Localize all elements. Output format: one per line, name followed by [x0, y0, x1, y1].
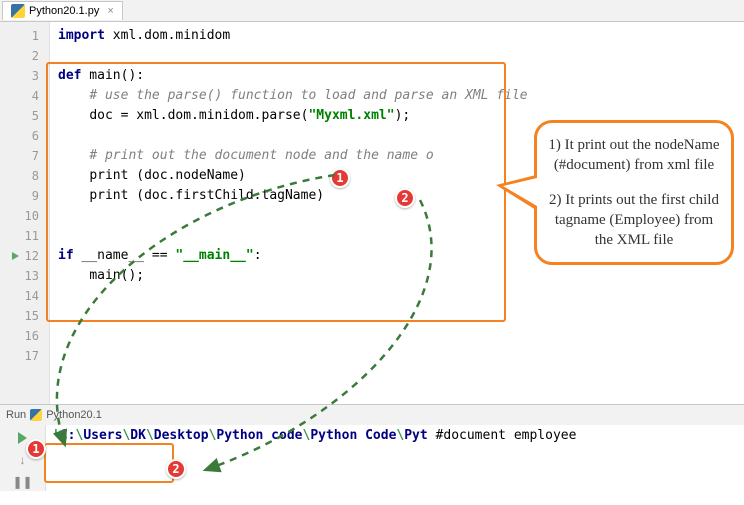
code-comment: # use the parse() function to load and p… [89, 88, 527, 103]
code-text: ); [395, 108, 411, 123]
code-string: "Myxml.xml" [308, 108, 394, 123]
line-number: 4 [0, 86, 49, 106]
annotation-badge-2: 2 [395, 188, 415, 208]
console-output[interactable]: 'C:\Users\DK\Desktop\Python code\Python … [46, 425, 744, 491]
line-number: 6 [0, 126, 49, 146]
tab-close-icon[interactable]: × [107, 5, 113, 17]
line-number: 16 [0, 326, 49, 346]
code-text: print (doc.nodeName) [89, 168, 246, 183]
line-number: 14 [0, 286, 49, 306]
code-text: : [254, 248, 262, 263]
console-line-1: #document [436, 428, 506, 443]
callout-text-1: 1) It print out the nodeName (#document)… [547, 135, 721, 176]
console-line-2: employee [514, 428, 577, 443]
code-text: print (doc.firstChild.tagName) [89, 188, 324, 203]
tab-filename: Python20.1.py [29, 5, 99, 17]
file-tab[interactable]: Python20.1.py × [2, 1, 123, 20]
pause-button[interactable]: ❚❚ [14, 473, 32, 491]
run-config-name: Python20.1 [46, 409, 102, 421]
console-path: 'C:\Users\DK\Desktop\Python code\Python … [52, 428, 428, 443]
code-text: doc = xml.dom.minidom.parse( [89, 108, 308, 123]
line-number: 2 [0, 46, 49, 66]
line-number: 5 [0, 106, 49, 126]
line-number: 1 [0, 26, 49, 46]
line-number: 3 [0, 66, 49, 86]
annotation-box-output [44, 443, 174, 483]
line-number: 13 [0, 266, 49, 286]
run-header-label: Run [6, 409, 26, 421]
annotation-badge-1: 1 [330, 168, 350, 188]
line-number-gutter: 1 2 3 4 5 6 7 8 9 10 11 12 13 14 15 16 1… [0, 22, 50, 404]
run-body: ↓ ❚❚ 'C:\Users\DK\Desktop\Python code\Py… [0, 425, 744, 491]
python-file-icon [11, 4, 25, 18]
annotation-callout: 1) It print out the nodeName (#document)… [534, 120, 734, 265]
tab-bar: Python20.1.py × [0, 0, 744, 22]
run-header: Run Python20.1 [0, 405, 744, 425]
code-comment: # print out the document node and the na… [89, 148, 433, 163]
line-number: 7 [0, 146, 49, 166]
annotation-badge-out-1: 1 [26, 439, 46, 459]
callout-tail-inner [503, 178, 537, 206]
code-text: main(): [81, 68, 144, 83]
code-keyword: if [58, 248, 74, 263]
line-number: 10 [0, 206, 49, 226]
line-number: 11 [0, 226, 49, 246]
code-keyword: import [58, 28, 105, 43]
code-keyword: def [58, 68, 81, 83]
run-panel: Run Python20.1 ↓ ❚❚ 'C:\Users\DK\Desktop… [0, 404, 744, 491]
line-number: 9 [0, 186, 49, 206]
line-number: 15 [0, 306, 49, 326]
line-number: 17 [0, 346, 49, 366]
line-number: 8 [0, 166, 49, 186]
callout-text-2: 2) It prints out the first child tagname… [547, 190, 721, 251]
code-text: main(); [89, 268, 144, 283]
code-text: xml.dom.minidom [105, 28, 230, 43]
code-string: "__main__" [175, 248, 253, 263]
line-number: 12 [0, 246, 49, 266]
code-text: __name__ == [74, 248, 176, 263]
python-config-icon [30, 409, 42, 421]
play-icon [18, 432, 27, 444]
annotation-badge-out-2: 2 [166, 459, 186, 479]
